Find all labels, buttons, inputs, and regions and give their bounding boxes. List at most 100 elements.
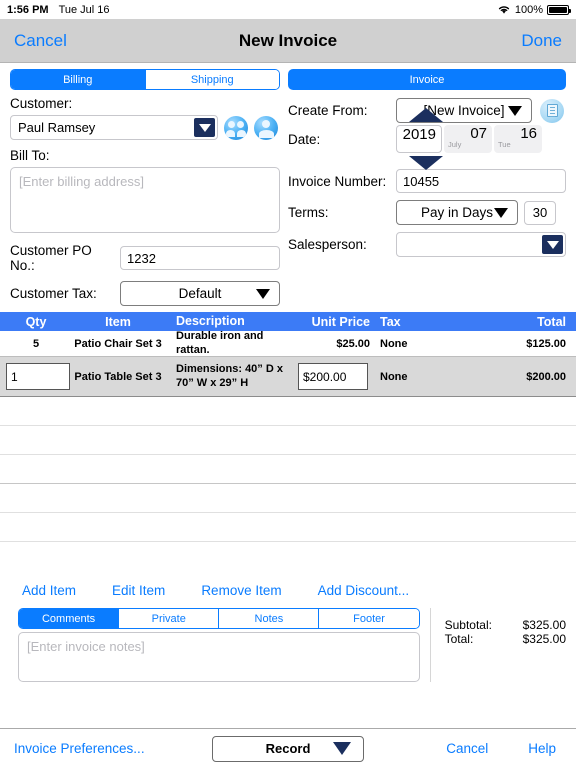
- subtotal-label: Subtotal:: [445, 618, 523, 632]
- record-label: Record: [266, 741, 311, 756]
- tab-shipping[interactable]: Shipping: [146, 70, 280, 89]
- add-discount-button[interactable]: Add Discount...: [318, 583, 410, 598]
- column-header-total: Total: [454, 315, 576, 329]
- qty-input-cell[interactable]: 1: [0, 363, 68, 390]
- invoice-screen: 1:56 PM Tue Jul 16 100% Cancel New Invoi…: [0, 0, 576, 768]
- cell-total: $125.00: [454, 338, 576, 350]
- customer-tax-label: Customer Tax:: [10, 286, 120, 301]
- notes-pane: Comments Private Notes Footer [Enter inv…: [18, 608, 420, 682]
- table-row[interactable]: 5 Patio Chair Set 3 Durable iron and rat…: [0, 331, 576, 357]
- table-row-empty[interactable]: [0, 542, 576, 571]
- column-header-unit-price: Unit Price: [286, 315, 374, 329]
- item-actions: Add Item Edit Item Remove Item Add Disco…: [0, 571, 576, 598]
- customer-label: Customer:: [10, 96, 280, 111]
- document-copy-icon[interactable]: [540, 99, 564, 123]
- customer-input[interactable]: Paul Ramsey: [10, 115, 218, 140]
- triangle-up-icon[interactable]: [409, 108, 443, 122]
- tab-footer[interactable]: Footer: [319, 609, 418, 628]
- battery-percent: 100%: [515, 4, 543, 16]
- billing-address-input[interactable]: [Enter billing address]: [10, 167, 280, 233]
- notes-totals-section: Comments Private Notes Footer [Enter inv…: [0, 598, 576, 682]
- customer-value: Paul Ramsey: [18, 120, 95, 135]
- table-row-selected[interactable]: 1 Patio Table Set 3 Dimensions: 40” D x …: [0, 357, 576, 397]
- invoice-number-label: Invoice Number:: [288, 174, 396, 189]
- column-header-qty: Qty: [0, 315, 68, 329]
- invoice-pane: Invoice Create From: [New Invoice] Date:: [288, 69, 566, 306]
- create-from-label: Create From:: [288, 103, 396, 118]
- qty-input[interactable]: 1: [6, 363, 70, 390]
- chevron-down-icon: [256, 289, 270, 299]
- date-day-value: 16: [520, 125, 537, 142]
- date-year-field[interactable]: 2019: [396, 125, 442, 153]
- bottom-toolbar: Invoice Preferences... Record Cancel Hel…: [0, 728, 576, 768]
- terms-select[interactable]: Pay in Days: [396, 200, 518, 225]
- date-month-field[interactable]: July 07: [444, 125, 492, 153]
- column-header-tax: Tax: [374, 315, 454, 329]
- customer-tax-value: Default: [179, 286, 222, 301]
- customer-tax-select[interactable]: Default: [120, 281, 280, 306]
- edit-item-button[interactable]: Edit Item: [112, 583, 165, 598]
- invoice-preferences-button[interactable]: Invoice Preferences...: [14, 741, 145, 756]
- wifi-icon: [497, 4, 511, 15]
- table-row-empty[interactable]: [0, 455, 576, 484]
- tab-invoice[interactable]: Invoice: [288, 69, 566, 90]
- table-header-row: Qty Item Description Unit Price Tax Tota…: [0, 312, 576, 331]
- date-stepper[interactable]: 2019 July 07 Tue 16: [396, 125, 542, 153]
- form-panes: Billing Shipping Customer: Paul Ramsey: [0, 63, 576, 306]
- cell-description: Dimensions: 40” D x 70” W x 29” H: [168, 363, 286, 391]
- record-button[interactable]: Record: [212, 736, 364, 762]
- cell-tax: None: [374, 338, 454, 350]
- cancel-button[interactable]: Cancel: [14, 31, 67, 51]
- po-input[interactable]: 1232: [120, 246, 280, 270]
- date-day-field[interactable]: Tue 16: [494, 125, 542, 153]
- nav-bar: Cancel New Invoice Done: [0, 19, 576, 63]
- cell-item: Patio Chair Set 3: [68, 338, 168, 350]
- po-label: Customer PO No.:: [10, 243, 120, 273]
- table-row-empty[interactable]: [0, 426, 576, 455]
- total-row: Total: $325.00: [445, 632, 566, 646]
- table-row-empty[interactable]: [0, 513, 576, 542]
- chevron-down-icon: [333, 742, 351, 755]
- salesperson-input[interactable]: [396, 232, 566, 257]
- address-tabs[interactable]: Billing Shipping: [10, 69, 280, 90]
- cell-total: $200.00: [454, 371, 576, 383]
- tab-private[interactable]: Private: [119, 609, 219, 628]
- table-row-empty[interactable]: [0, 397, 576, 426]
- totals-pane: Subtotal: $325.00 Total: $325.00: [430, 608, 566, 682]
- invoice-number-input[interactable]: 10455: [396, 169, 566, 193]
- cell-tax: None: [374, 371, 454, 383]
- cell-unit-price: $25.00: [286, 338, 374, 350]
- subtotal-row: Subtotal: $325.00: [445, 618, 566, 632]
- tab-billing[interactable]: Billing: [11, 70, 146, 89]
- terms-value: Pay in Days: [421, 205, 493, 220]
- tab-comments[interactable]: Comments: [19, 609, 119, 628]
- column-header-item: Item: [68, 315, 168, 329]
- bill-to-label: Bill To:: [10, 148, 280, 163]
- page-title: New Invoice: [0, 31, 576, 51]
- billing-pane: Billing Shipping Customer: Paul Ramsey: [10, 69, 280, 306]
- status-time: 1:56 PM: [7, 4, 49, 16]
- date-weekday: Tue: [498, 140, 511, 149]
- chevron-down-icon[interactable]: [542, 235, 563, 254]
- help-button[interactable]: Help: [528, 741, 556, 756]
- chevron-down-icon[interactable]: [194, 118, 215, 137]
- cell-description: Durable iron and rattan.: [168, 330, 286, 358]
- chevron-down-icon: [494, 208, 508, 218]
- chevron-down-icon: [508, 106, 522, 116]
- remove-item-button[interactable]: Remove Item: [201, 583, 281, 598]
- salesperson-label: Salesperson:: [288, 237, 396, 252]
- toolbar-cancel-button[interactable]: Cancel: [446, 741, 488, 756]
- unit-price-input[interactable]: $200.00: [298, 363, 368, 390]
- two-people-icon[interactable]: [224, 116, 248, 140]
- battery-full-icon: [547, 5, 569, 15]
- table-row-empty[interactable]: [0, 484, 576, 513]
- unit-price-input-cell[interactable]: $200.00: [286, 363, 374, 390]
- triangle-down-icon[interactable]: [409, 156, 443, 170]
- done-button[interactable]: Done: [521, 31, 562, 51]
- add-item-button[interactable]: Add Item: [22, 583, 76, 598]
- tab-notes[interactable]: Notes: [219, 609, 319, 628]
- invoice-notes-input[interactable]: [Enter invoice notes]: [18, 632, 420, 682]
- notes-tabs[interactable]: Comments Private Notes Footer: [18, 608, 420, 629]
- terms-days-input[interactable]: 30: [524, 201, 556, 225]
- person-icon[interactable]: [254, 116, 278, 140]
